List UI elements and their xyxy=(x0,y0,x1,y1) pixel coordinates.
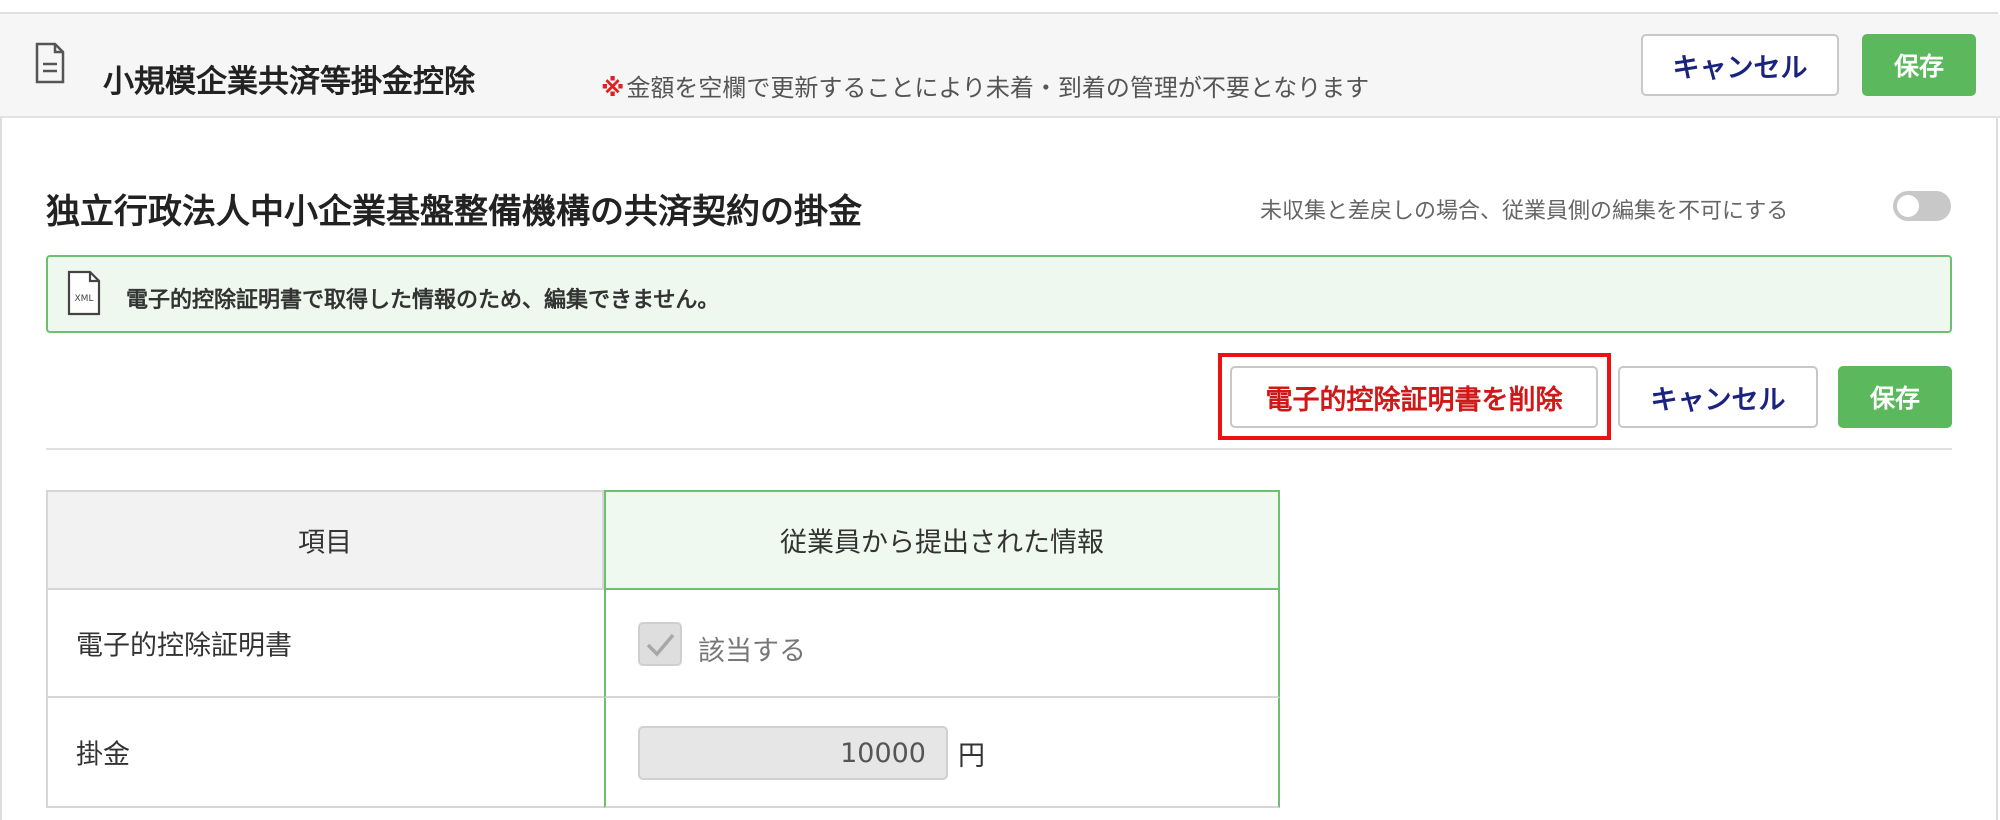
row-label-premium: 掛金 xyxy=(76,739,130,771)
xml-file-icon: XML xyxy=(67,270,101,316)
table-header-item: 項目 xyxy=(46,490,604,590)
toggle-knob xyxy=(1897,195,1919,217)
toggle-label: 未収集と差戻しの場合、従業員側の編集を不可にする xyxy=(1260,199,1789,224)
edit-lock-toggle[interactable] xyxy=(1893,191,1951,221)
header-info-label: 従業員から提出された情報 xyxy=(780,527,1104,559)
applicable-checkbox[interactable] xyxy=(638,622,682,666)
table-header-employee-info: 従業員から提出された情報 xyxy=(604,490,1280,590)
header-cancel-button[interactable]: キャンセル xyxy=(1641,34,1839,96)
header-bar: 小規模企業共済等掛金控除 ※金額を空欄で更新することにより未着・到着の管理が不要… xyxy=(0,14,2000,118)
header-item-label: 項目 xyxy=(298,527,352,559)
table-row-value: 円 xyxy=(604,698,1280,808)
notice-text: ※金額を空欄で更新することにより未着・到着の管理が不要となります xyxy=(601,68,1369,103)
info-banner: XML 電子的控除証明書で取得した情報のため、編集できません。 xyxy=(46,255,1952,333)
save-button[interactable]: 保存 xyxy=(1838,366,1952,428)
info-text: 電子的控除証明書で取得した情報のため、編集できません。 xyxy=(126,288,720,313)
section-divider xyxy=(46,448,1952,450)
table-row-label: 電子的控除証明書 xyxy=(46,590,604,698)
applicable-checkbox-label: 該当する xyxy=(698,636,806,667)
section-title: 独立行政法人中小企業基盤整備機構の共済契約の掛金 xyxy=(46,192,862,232)
check-icon xyxy=(646,633,675,657)
cancel-button[interactable]: キャンセル xyxy=(1618,366,1818,428)
header-save-button[interactable]: 保存 xyxy=(1862,34,1976,96)
currency-unit: 円 xyxy=(958,741,985,772)
table-row-label: 掛金 xyxy=(46,698,604,808)
row-label-certificate: 電子的控除証明書 xyxy=(76,630,292,662)
notice-mark: ※ xyxy=(601,74,625,102)
notice-message: 金額を空欄で更新することにより未着・到着の管理が不要となります xyxy=(626,74,1370,102)
document-icon xyxy=(35,42,65,84)
page-title: 小規模企業共済等掛金控除 xyxy=(103,64,475,100)
highlight-box xyxy=(1218,353,1611,440)
table-row-value: 該当する xyxy=(604,590,1280,698)
xml-icon-text: XML xyxy=(75,294,94,304)
premium-amount-input[interactable] xyxy=(638,726,948,780)
